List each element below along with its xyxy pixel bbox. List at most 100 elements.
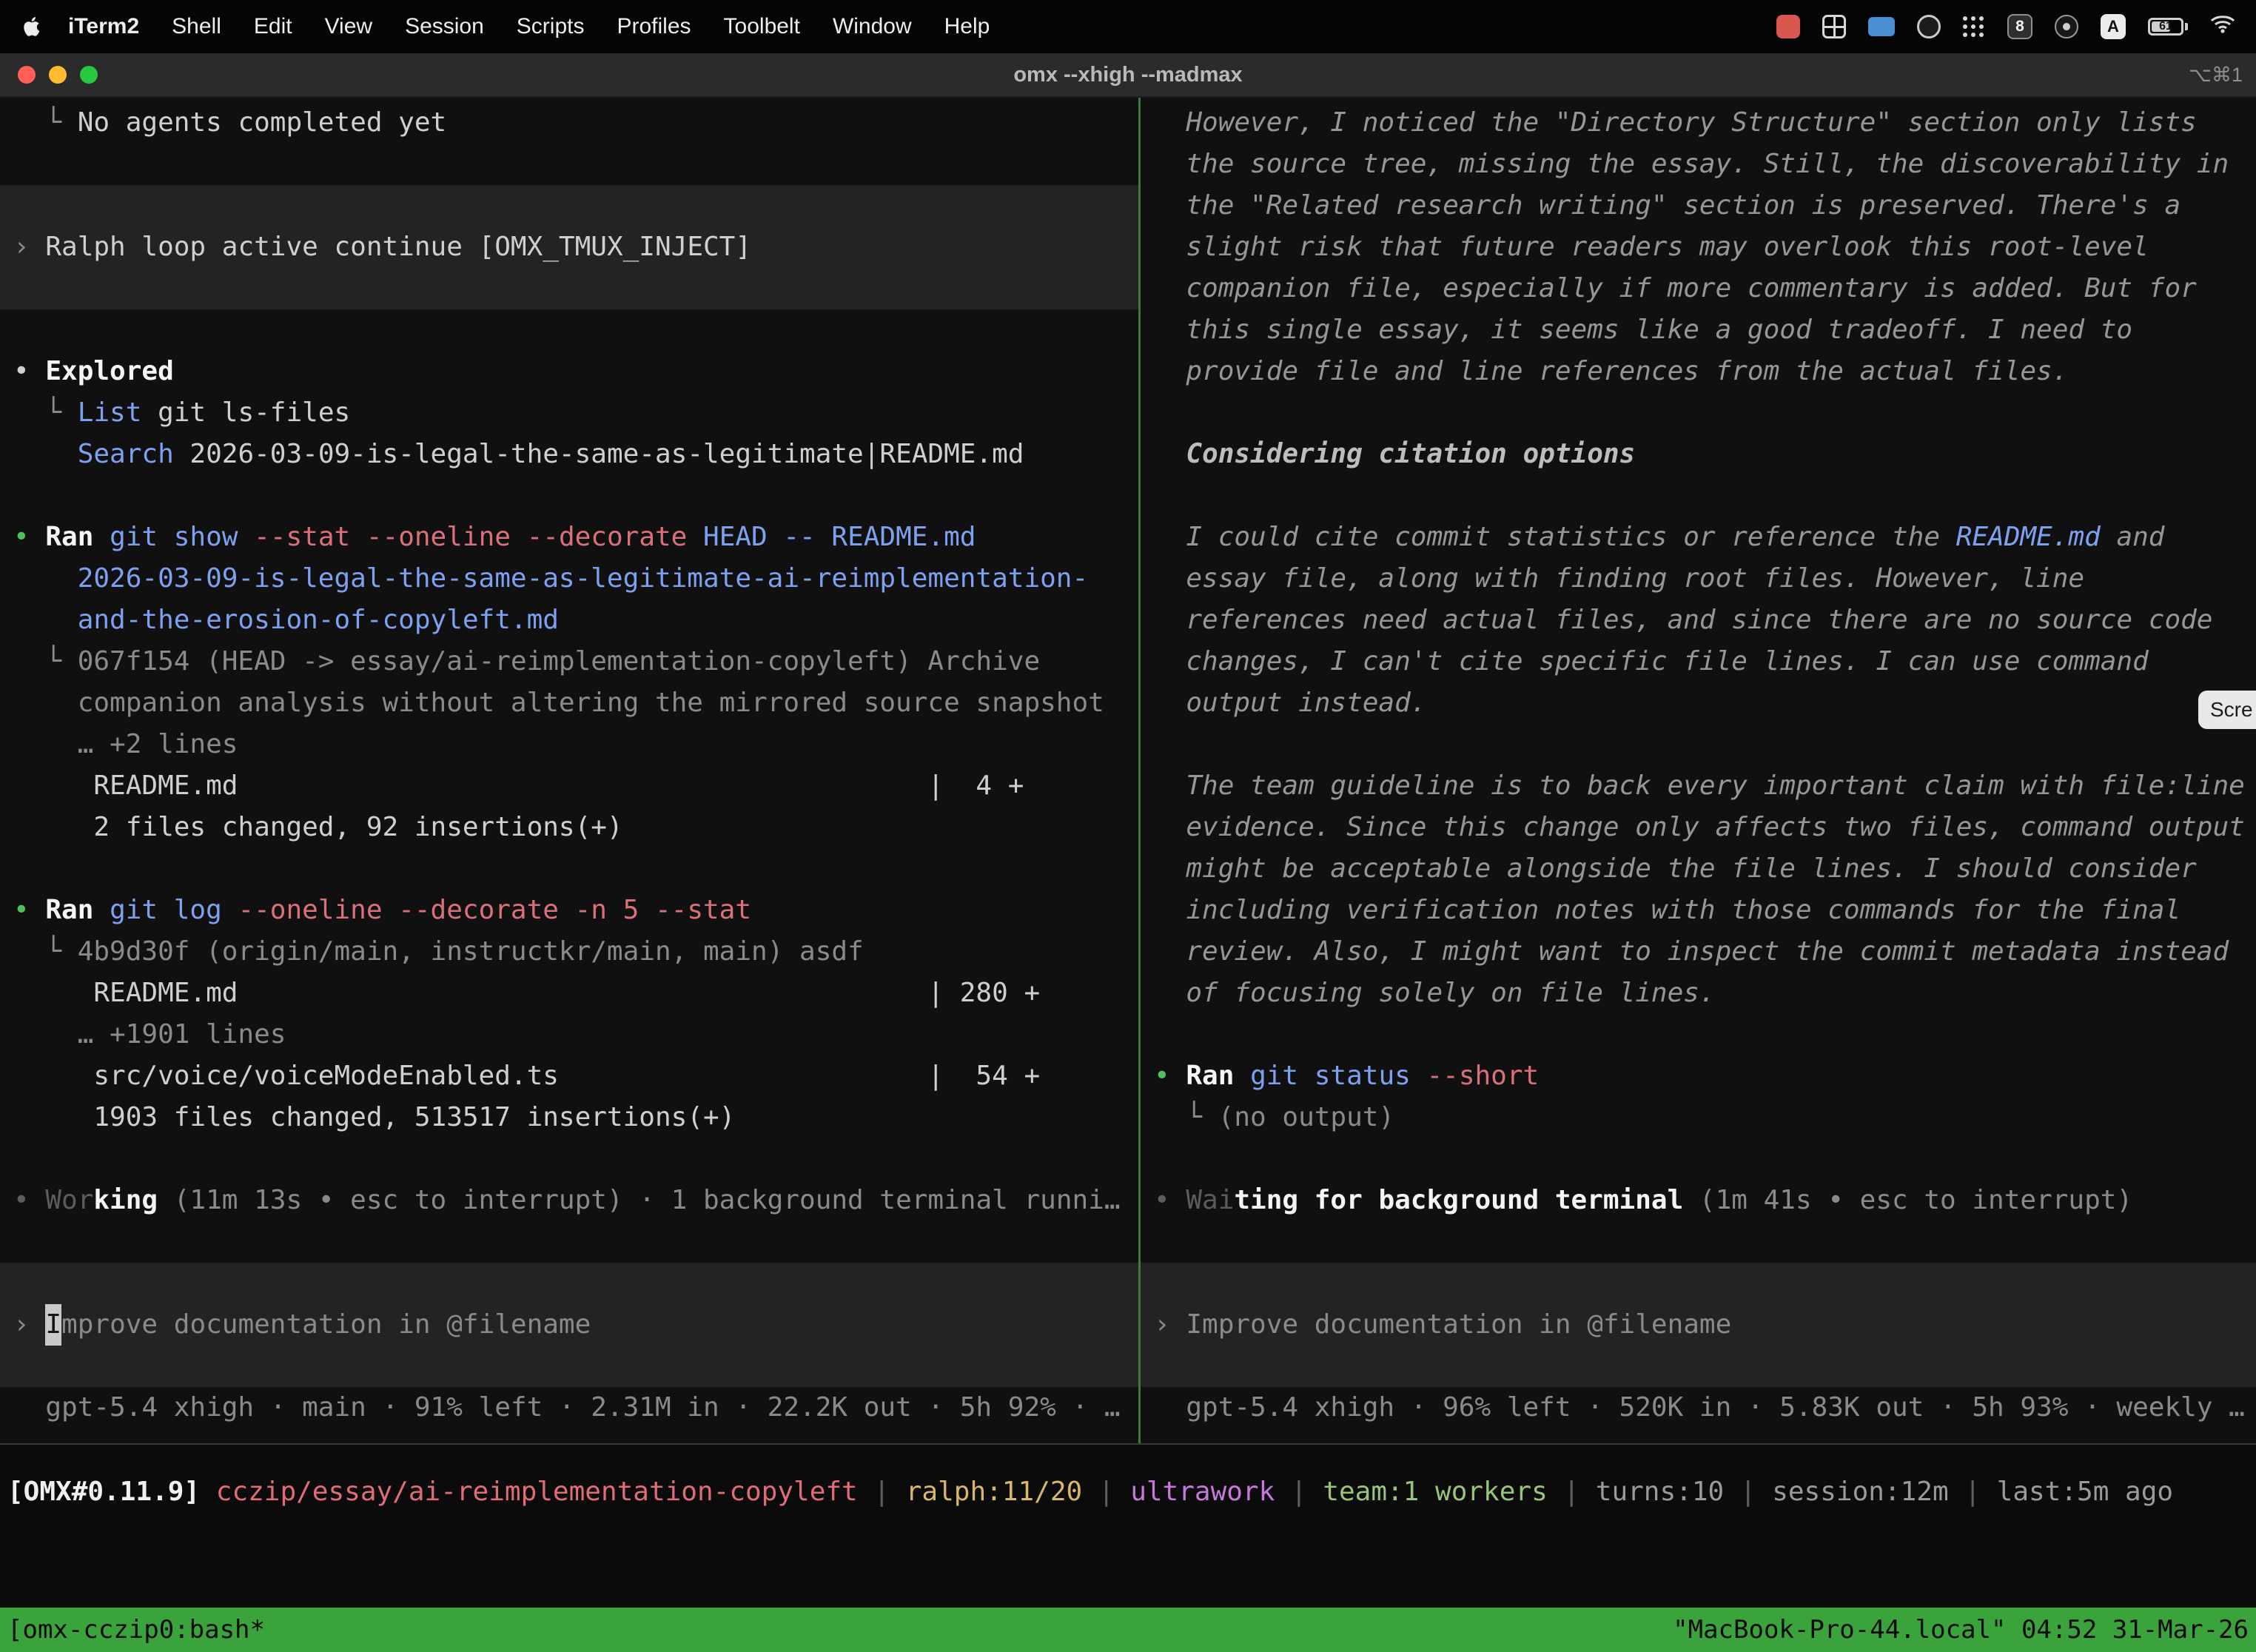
text-segment: src/voice/voiceModeEnabled.ts | 54 + bbox=[13, 1061, 1040, 1091]
terminal-line bbox=[1141, 1221, 2256, 1263]
text-segment: Ralph loop active continue [OMX_TMUX_INJ… bbox=[45, 226, 751, 268]
terminal-line: └ 4b9d30f (origin/main, instructkr/main,… bbox=[0, 931, 1138, 973]
menu-item-session[interactable]: Session bbox=[405, 14, 484, 39]
terminal-line bbox=[1141, 1014, 2256, 1055]
text-segment: might be acceptable alongside the file l… bbox=[1154, 853, 2197, 884]
text-segment: The team guideline is to back every impo… bbox=[1154, 770, 2245, 801]
dots-grid-icon[interactable] bbox=[1963, 16, 1985, 38]
tmux-session-window[interactable]: [omx-cczip0:bash* bbox=[7, 1615, 265, 1645]
text-segment: • Wai bbox=[1154, 1185, 1234, 1215]
terminal-line: • Ran git status --short bbox=[1141, 1055, 2256, 1097]
text-segment: --stat --oneline --decorate bbox=[238, 522, 687, 552]
terminal-line bbox=[0, 1221, 1138, 1263]
terminal-line: provide file and line references from th… bbox=[1141, 351, 2256, 392]
text-segment: Explored bbox=[45, 356, 173, 386]
close-button[interactable] bbox=[18, 66, 36, 84]
terminal-line: the "Related research writing" section i… bbox=[1141, 185, 2256, 226]
menu-item-shell[interactable]: Shell bbox=[172, 14, 221, 39]
text-segment: • bbox=[1154, 1061, 1186, 1091]
text-segment: However, I noticed the "Directory Struct… bbox=[1154, 107, 2197, 138]
terminal-line: slight risk that future readers may over… bbox=[1141, 226, 2256, 268]
terminal-line: Considering citation options bbox=[1141, 434, 2256, 475]
macos-menu-bar: iTerm2 Shell Edit View Session Scripts Profile… bbox=[0, 0, 2256, 53]
battery-icon[interactable]: 61 bbox=[2148, 18, 2188, 36]
terminal-pane-left[interactable]: └ No agents completed yet › Ralph loop ac… bbox=[0, 98, 1138, 1443]
menu-item-edit[interactable]: Edit bbox=[254, 14, 292, 39]
terminal-line: companion file, especially if more comme… bbox=[1141, 268, 2256, 309]
separator: | bbox=[1949, 1477, 1997, 1507]
menu-item-window[interactable]: Window bbox=[833, 14, 912, 39]
terminal-line: including verification notes with those … bbox=[1141, 890, 2256, 931]
menu-item-toolbelt[interactable]: Toolbelt bbox=[724, 14, 800, 39]
docker-icon[interactable] bbox=[1868, 17, 1895, 36]
text-segment: of focusing solely on file lines. bbox=[1154, 978, 1716, 1008]
terminal-line: … +2 lines bbox=[0, 724, 1138, 765]
text-segment: king bbox=[93, 1185, 158, 1215]
menu-item-profiles[interactable]: Profiles bbox=[617, 14, 691, 39]
battery-percent: 61 bbox=[2150, 19, 2181, 34]
text-segment: and-the-erosion-of-copyleft.md bbox=[13, 605, 559, 635]
menu-item-scripts[interactable]: Scripts bbox=[517, 14, 585, 39]
terminal-line: 2026-03-09-is-legal-the-same-as-legitima… bbox=[0, 558, 1138, 600]
text-segment: this single essay, it seems like a good … bbox=[1154, 315, 2132, 345]
terminal-line: the source tree, missing the essay. Stil… bbox=[1141, 144, 2256, 185]
camera-app-icon[interactable] bbox=[2055, 15, 2078, 38]
text-segment: gpt-5.4 xhigh · 96% left · 520K in · 5.8… bbox=[1154, 1392, 2245, 1423]
ralph-loop-banner: › Ralph loop active continue [OMX_TMUX_I… bbox=[0, 185, 1138, 309]
text-segment: … +1901 lines bbox=[13, 1019, 286, 1050]
text-segment: and bbox=[2101, 522, 2165, 552]
shield-app-icon[interactable] bbox=[1917, 15, 1941, 38]
terminal-line: • Ran git log --oneline --decorate -n 5 … bbox=[0, 890, 1138, 931]
text-segment: changes, I can't cite specific file line… bbox=[1154, 646, 2149, 676]
window-title-bar[interactable]: omx --xhigh --madmax ⌥⌘1 bbox=[0, 53, 2256, 98]
text-segment: the source tree, missing the essay. Stil… bbox=[1154, 149, 2229, 179]
menu-item-view[interactable]: View bbox=[325, 14, 372, 39]
text-segment: including verification notes with those … bbox=[1154, 895, 2181, 925]
apple-menu-icon[interactable] bbox=[21, 16, 40, 38]
text-segment: • bbox=[13, 522, 45, 552]
prompt-input[interactable]: › Improve documentation in @filename bbox=[1141, 1263, 2256, 1387]
text-segment: › bbox=[13, 1304, 45, 1346]
screen-recording-stop-icon[interactable] bbox=[1776, 15, 1800, 38]
terminal-line bbox=[1141, 475, 2256, 517]
separator: | bbox=[1275, 1477, 1323, 1507]
terminal-line: gpt-5.4 xhigh · 96% left · 520K in · 5.8… bbox=[1141, 1387, 2256, 1428]
app-menu-items: iTerm2 Shell Edit View Session Scripts Profile… bbox=[68, 14, 990, 39]
menu-item-help[interactable]: Help bbox=[944, 14, 990, 39]
grid-app-icon[interactable] bbox=[1822, 15, 1846, 38]
prompt-input[interactable]: › Improve documentation in @filename bbox=[0, 1263, 1138, 1387]
text-segment: List bbox=[78, 397, 142, 428]
terminal-line: references need actual files, and since … bbox=[1141, 600, 2256, 641]
terminal-line: README.md | 280 + bbox=[0, 973, 1138, 1014]
terminal-line: └ 067f154 (HEAD -> essay/ai-reimplementa… bbox=[0, 641, 1138, 682]
terminal-line bbox=[0, 475, 1138, 517]
text-segment: HEAD -- README.md bbox=[687, 522, 976, 552]
text-segment: … +2 lines bbox=[13, 729, 238, 759]
text-segment: the "Related research writing" section i… bbox=[1154, 190, 2181, 221]
text-segment: └ bbox=[13, 397, 78, 428]
terminal-line bbox=[0, 848, 1138, 890]
text-segment: 1903 files changed, 513517 insertions(+) bbox=[13, 1102, 735, 1132]
stats-badge-icon[interactable]: 8 bbox=[2007, 14, 2032, 39]
omx-status-bar: [OMX#0.11.9] cczip/essay/ai-reimplementa… bbox=[0, 1445, 2256, 1608]
text-cursor: I bbox=[45, 1304, 61, 1346]
zoom-button[interactable] bbox=[80, 66, 98, 84]
screen-sharing-popover[interactable]: Scre bbox=[2198, 691, 2256, 729]
text-segment: references need actual files, and since … bbox=[1154, 605, 2212, 635]
input-source-icon[interactable]: A bbox=[2101, 14, 2126, 39]
terminal-pane-right[interactable]: However, I noticed the "Directory Struct… bbox=[1141, 98, 2256, 1443]
terminal-line: However, I noticed the "Directory Struct… bbox=[1141, 102, 2256, 144]
traffic-lights bbox=[18, 53, 98, 96]
minimize-button[interactable] bbox=[49, 66, 67, 84]
terminal-line: README.md | 4 + bbox=[0, 765, 1138, 807]
separator: | bbox=[858, 1477, 906, 1507]
terminal-line: companion analysis without altering the … bbox=[0, 682, 1138, 724]
menu-item-iterm2[interactable]: iTerm2 bbox=[68, 14, 139, 39]
text-segment: No agents completed yet bbox=[78, 107, 447, 138]
wifi-icon[interactable] bbox=[2210, 13, 2235, 40]
terminal-line: output instead. bbox=[1141, 682, 2256, 724]
terminal-line: gpt-5.4 xhigh · main · 91% left · 2.31M … bbox=[0, 1387, 1138, 1428]
text-segment: companion file, especially if more comme… bbox=[1154, 273, 2197, 303]
text-segment: companion analysis without altering the … bbox=[13, 688, 1104, 718]
tmux-host-clock: "MacBook-Pro-44.local" 04:52 31-Mar-26 bbox=[1673, 1615, 2249, 1645]
